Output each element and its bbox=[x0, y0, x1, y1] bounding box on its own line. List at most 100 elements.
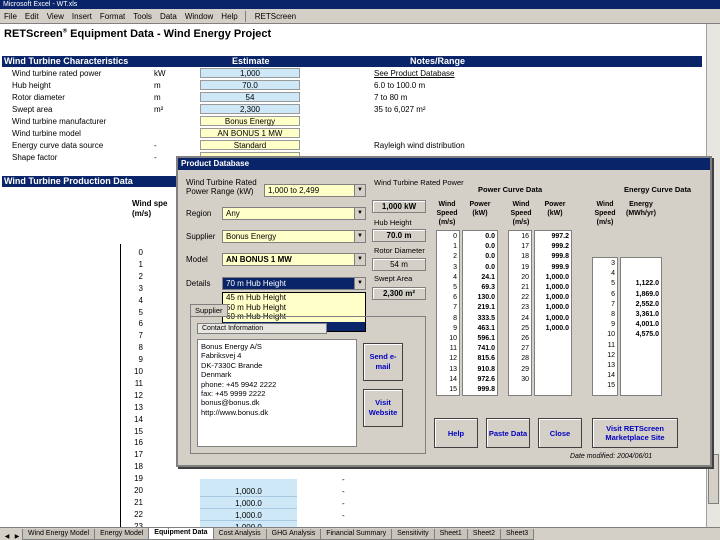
menu-item-edit[interactable]: Edit bbox=[24, 12, 40, 21]
tab-last-icon[interactable]: ▶ bbox=[12, 533, 22, 540]
pc-power-cell: 0.0 bbox=[485, 233, 495, 240]
paste-data-button[interactable]: Paste Data bbox=[486, 418, 530, 448]
menu-item-window[interactable]: Window bbox=[184, 12, 214, 21]
wind-speed-cell: 22 bbox=[134, 509, 143, 519]
rated-power-value: 1,000 kW bbox=[372, 200, 426, 213]
pc-speed-cell: 19 bbox=[521, 263, 529, 271]
ec-energy-cell: 4,001.0 bbox=[635, 321, 659, 329]
pc-power-cell: 972.6 bbox=[477, 375, 495, 383]
menu-item-insert[interactable]: Insert bbox=[71, 12, 93, 21]
tab-sheet2[interactable]: Sheet2 bbox=[466, 529, 502, 540]
details-option[interactable]: 45 m Hub Height bbox=[223, 293, 365, 303]
sheet-tab-bar: ◀ ▶ Wind Energy Model Energy Model Equipme… bbox=[0, 527, 720, 540]
tab-wind-energy-model[interactable]: Wind Energy Model bbox=[22, 529, 96, 540]
menu-item-retscreen[interactable]: RETScreen bbox=[254, 12, 297, 21]
tab-supplier[interactable]: Supplier bbox=[190, 304, 228, 316]
row-value-cell[interactable]: 1,000 bbox=[200, 68, 300, 78]
pc1-power-column: 0.0 0.0 0.0 0.0 24.1 69.3 130.0 219.1 333.5 463.1… bbox=[462, 230, 498, 396]
ec-speed-cell: 9 bbox=[611, 321, 615, 329]
ec-speed-cell: 4 bbox=[611, 270, 615, 278]
row-value-cell[interactable]: 54 bbox=[200, 92, 300, 102]
chevron-down-icon[interactable]: ▼ bbox=[354, 278, 365, 289]
send-email-button[interactable]: Send e-mail bbox=[363, 343, 403, 381]
visit-website-button[interactable]: Visit Website bbox=[363, 389, 403, 427]
pc-speed-cell: 20 bbox=[521, 273, 529, 281]
tab-financial-summary[interactable]: Financial Summary bbox=[320, 529, 393, 540]
tab-ghg-analysis[interactable]: GHG Analysis bbox=[265, 529, 322, 540]
ec-speed-cell: 7 bbox=[611, 300, 615, 308]
chevron-down-icon[interactable]: ▼ bbox=[354, 231, 365, 242]
pc2-speed-column: 16 17 18 19 20 21 22 23 24 25 26 27 28 29 30 bbox=[508, 230, 532, 396]
menu-item-format[interactable]: Format bbox=[99, 12, 126, 21]
pc-speed-cell: 16 bbox=[521, 233, 529, 240]
pc-speed-cell: 25 bbox=[521, 324, 529, 332]
row-value-cell[interactable]: Bonus Energy bbox=[200, 116, 300, 126]
row-value-cell[interactable]: AN BONUS 1 MW bbox=[200, 128, 300, 138]
visit-marketplace-button[interactable]: Visit RETScreen Marketplace Site bbox=[592, 418, 678, 448]
row-label: Wind turbine manufacturer bbox=[12, 117, 107, 126]
row-note: Rayleigh wind distribution bbox=[374, 141, 465, 150]
help-button[interactable]: Help bbox=[434, 418, 478, 448]
supplier-info-line: http://www.bonus.dk bbox=[201, 407, 269, 417]
wind-speed-cell: 15 bbox=[134, 426, 143, 436]
pc-speed-cell: 9 bbox=[453, 324, 457, 332]
rated-power-range-select[interactable]: 1,000 to 2,499 ▼ bbox=[264, 184, 366, 197]
menu-item-tools[interactable]: Tools bbox=[132, 12, 153, 21]
pc-power-cell: 910.8 bbox=[477, 365, 495, 373]
row-value-cell[interactable]: Standard bbox=[200, 140, 300, 150]
details-option[interactable]: 50 m Hub Height bbox=[223, 303, 365, 313]
pc-power-cell: 333.5 bbox=[477, 314, 495, 322]
chevron-down-icon[interactable]: ▼ bbox=[354, 185, 365, 196]
power-cell: 1,000.0 bbox=[200, 499, 297, 509]
rotor-diameter-label: Rotor Diameter bbox=[374, 246, 425, 255]
pc-speed-cell: 27 bbox=[521, 345, 529, 353]
tab-sheet1[interactable]: Sheet1 bbox=[433, 529, 468, 540]
wind-speed-cell: 2 bbox=[138, 271, 143, 281]
power-cell: 1,000.0 bbox=[200, 487, 297, 497]
supplier-info-line: phone: +45 9942 2222 bbox=[201, 379, 277, 389]
row-label: Shape factor bbox=[12, 153, 58, 162]
tab-sheet3[interactable]: Sheet3 bbox=[500, 529, 535, 540]
wind-speed-cell: 20 bbox=[134, 486, 143, 495]
row-value-cell[interactable]: 70.0 bbox=[200, 80, 300, 90]
see-product-database-link[interactable]: See Product Database bbox=[374, 68, 455, 79]
pc-speed-cell: 3 bbox=[453, 263, 457, 271]
tab-energy-model[interactable]: Energy Model bbox=[94, 529, 150, 540]
ec-speed-cell: 12 bbox=[607, 351, 615, 359]
pc-power-cell: 130.0 bbox=[477, 294, 495, 302]
characteristic-row: Wind turbine rated power kW 1,000 See Produ… bbox=[2, 68, 702, 79]
ec-energy-cell: 1,869.0 bbox=[635, 290, 659, 298]
tab-cost-analysis[interactable]: Cost Analysis bbox=[212, 529, 267, 540]
pc2-power-header: Power (kW) bbox=[544, 201, 566, 217]
supplier-select[interactable]: Bonus Energy ▼ bbox=[222, 230, 366, 243]
tab-sensitivity[interactable]: Sensitivity bbox=[391, 529, 435, 540]
dash-cell: - bbox=[342, 475, 345, 484]
chevron-down-icon[interactable]: ▼ bbox=[354, 208, 365, 219]
pc-power-cell: 596.1 bbox=[477, 335, 495, 342]
menu-item-help[interactable]: Help bbox=[220, 12, 238, 21]
close-button[interactable]: Close bbox=[538, 418, 582, 448]
dash-cell: - bbox=[342, 499, 345, 508]
chevron-down-icon[interactable]: ▼ bbox=[354, 254, 365, 265]
wind-speed-cell: 14 bbox=[134, 414, 143, 424]
pc-power-cell: 741.0 bbox=[477, 345, 495, 353]
row-label: Swept area bbox=[12, 105, 53, 114]
ec-energy-column: 1,122.0 1,869.0 2,552.0 3,361.0 4,001.0 4,575… bbox=[620, 257, 662, 396]
row-value-cell[interactable]: 2,300 bbox=[200, 104, 300, 114]
tab-equipment-data[interactable]: Equipment Data bbox=[148, 528, 214, 540]
model-label: Model bbox=[186, 255, 208, 264]
row-label: Rotor diameter bbox=[12, 93, 65, 102]
region-select[interactable]: Any ▼ bbox=[222, 207, 366, 220]
details-select[interactable]: 70 m Hub Height ▼ bbox=[222, 277, 366, 290]
pc-speed-cell: 14 bbox=[449, 375, 457, 383]
power-cell: 1,000.0 bbox=[200, 511, 297, 521]
tab-contact-information[interactable]: Contact Information bbox=[197, 323, 327, 334]
ec-speed-cell: 6 bbox=[611, 290, 615, 298]
pc-power-cell: 999.2 bbox=[551, 243, 569, 251]
menu-item-data[interactable]: Data bbox=[159, 12, 178, 21]
model-select[interactable]: AN BONUS 1 MW ▼ bbox=[222, 253, 366, 266]
tab-first-icon[interactable]: ◀ bbox=[2, 533, 12, 540]
pc-speed-cell: 4 bbox=[453, 273, 457, 281]
menu-item-file[interactable]: File bbox=[3, 12, 18, 21]
menu-item-view[interactable]: View bbox=[46, 12, 65, 21]
